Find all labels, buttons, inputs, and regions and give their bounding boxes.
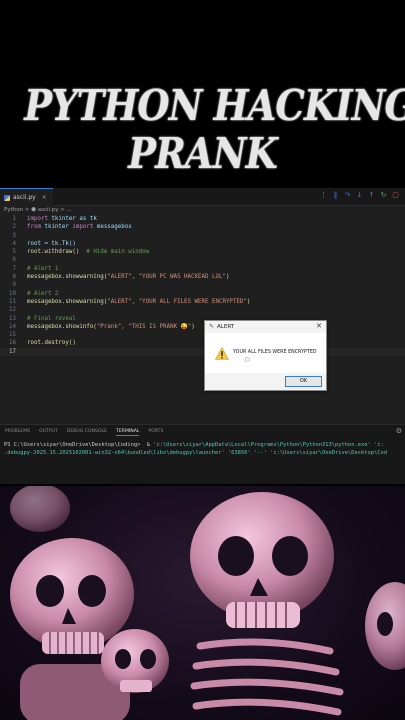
alert-dialog: ✎ ALERT ✕ YOUR ALL FILES WERE ENCRYPTED …	[204, 320, 327, 391]
tab-output[interactable]: OUTPUT	[39, 429, 58, 436]
dialog-body: YOUR ALL FILES WERE ENCRYPTED ➤	[205, 333, 326, 373]
code-line: 5 root.withdraw() # Hide main window	[12, 249, 150, 256]
skeletons-illustration	[0, 486, 405, 720]
code-line: 12	[9, 307, 16, 314]
code-editor[interactable]: 1 import tkinter as tk 2 from tkinter impo…	[0, 215, 405, 357]
mouse-cursor-icon: ➤	[244, 355, 251, 364]
skeletons-image	[10, 486, 405, 720]
step-out-icon[interactable]: ↑	[368, 192, 375, 199]
terminal-command: 'c:\Users\siyar\AppData\Local\Programs\P…	[153, 442, 384, 448]
stop-icon[interactable]: ▢	[392, 192, 399, 199]
code-line: 13 # Final reveal	[9, 315, 76, 322]
drag-handle-icon[interactable]: ⋮	[320, 192, 327, 199]
gear-icon[interactable]: ⚙	[396, 427, 402, 435]
python-file-icon	[4, 194, 10, 201]
close-icon[interactable]: ✕	[316, 322, 322, 330]
title-line-2: PRANK	[128, 129, 278, 178]
code-line: 16 root.destroy()	[9, 340, 76, 347]
ok-button[interactable]: OK	[285, 376, 322, 387]
restart-icon[interactable]: ↻	[380, 192, 387, 199]
code-line-current: 17	[0, 347, 405, 357]
code-line: 6	[12, 257, 17, 264]
feather-icon: ✎	[209, 323, 215, 330]
pause-icon[interactable]: ‖	[332, 192, 339, 199]
tab-label: ascii.py	[13, 194, 36, 201]
breadcrumb[interactable]: Python > ⬢ ascii.py > ...	[4, 207, 72, 213]
terminal-prompt: PS C:\Users\siyar\OneDrive\Desktop\Codin…	[4, 442, 154, 448]
code-line: 7 # Alert 1	[12, 265, 59, 272]
tab-debug-console[interactable]: DEBUG CONSOLE	[67, 429, 107, 436]
dialog-title: ALERT	[217, 323, 235, 330]
code-line: 10 # Alert 2	[9, 290, 59, 297]
code-line: 8 messagebox.showwarning("ALERT", "YOUR P…	[12, 274, 230, 281]
code-line: 14 messagebox.showinfo("Prank", "THIS IS …	[9, 323, 195, 330]
title-line-1: PYTHON HACKING	[24, 81, 405, 130]
tab-close-icon[interactable]: ×	[42, 189, 47, 206]
vscode-window: ascii.py × ⋮ ‖ ↷ ↓ ↑ ↻ ▢ Python > ⬢ asci…	[0, 188, 405, 484]
code-line: 9	[12, 282, 17, 289]
code-line: 2 from tkinter import messagebox	[12, 224, 132, 231]
terminal-command-cont: .debugpy-2025.15.2025102001-win32-x64\bu…	[4, 450, 387, 456]
step-into-icon[interactable]: ↓	[356, 192, 363, 199]
video-title: PYTHON HACKING PRANK	[24, 81, 405, 178]
code-line: 1 import tkinter as tk	[12, 216, 97, 222]
editor-tab-bar: ascii.py × ⋮ ‖ ↷ ↓ ↑ ↻ ▢	[0, 188, 405, 206]
tab-terminal[interactable]: TERMINAL	[116, 429, 140, 436]
tab-problems[interactable]: PROBLEMS	[5, 429, 30, 436]
code-line: 15	[9, 332, 16, 339]
step-over-icon[interactable]: ↷	[344, 192, 351, 199]
editor-tab[interactable]: ascii.py ×	[0, 188, 53, 206]
code-line: 11 messagebox.showwarning("ALERT", "YOUR …	[9, 298, 251, 305]
panel-tabs: PROBLEMS OUTPUT DEBUG CONSOLE TERMINAL P…	[5, 429, 163, 436]
dialog-titlebar: ✎ ALERT	[209, 323, 234, 330]
bottom-panel: PROBLEMS OUTPUT DEBUG CONSOLE TERMINAL P…	[0, 424, 405, 484]
terminal-output[interactable]: PS C:\Users\siyar\OneDrive\Desktop\Codin…	[4, 441, 387, 457]
code-line: 4 root = tk.Tk()	[12, 240, 76, 247]
code-line: 3	[12, 232, 17, 239]
tab-ports[interactable]: PORTS	[148, 429, 163, 436]
debug-toolbar: ⋮ ‖ ↷ ↓ ↑ ↻ ▢	[320, 192, 399, 199]
warning-icon	[215, 347, 229, 360]
